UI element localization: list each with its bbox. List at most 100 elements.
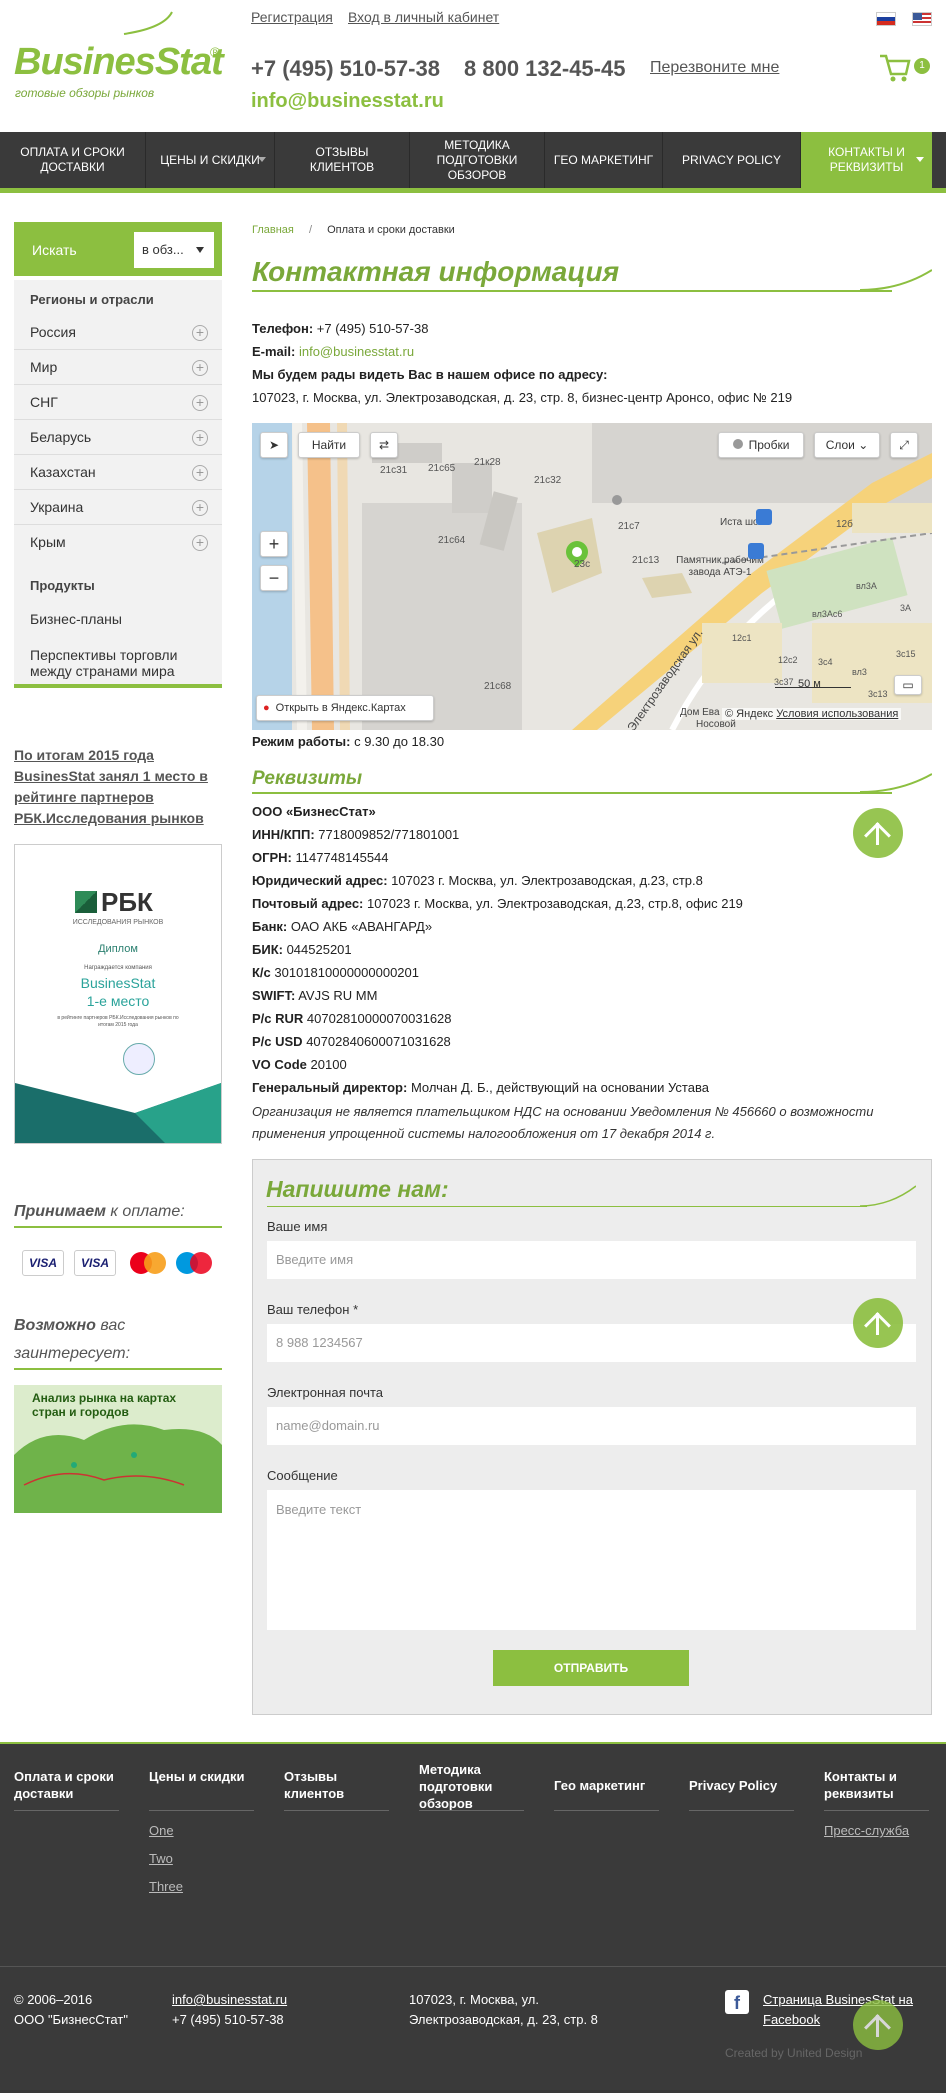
zoom-out-icon[interactable]: − — [260, 565, 288, 591]
phone-input[interactable]: 8 988 1234567 — [267, 1324, 916, 1362]
sidebar-item-ukraine[interactable]: Украина + — [14, 490, 222, 525]
footer-sub-three[interactable]: Three — [149, 1879, 183, 1894]
map-label: 21с32 — [534, 475, 562, 486]
submit-button[interactable]: ОТПРАВИТЬ — [493, 1650, 689, 1686]
rbk-diploma-image[interactable]: РБК ИССЛЕДОВАНИЯ РЫНКОВ Диплом Награждае… — [14, 844, 222, 1144]
ruler-icon[interactable]: ▭ — [894, 675, 922, 695]
sidebar-item-world[interactable]: Мир + — [14, 350, 222, 385]
plus-icon[interactable]: + — [192, 325, 208, 341]
bus-stop-icon[interactable] — [756, 509, 772, 525]
plus-icon[interactable]: + — [192, 430, 208, 446]
facebook-link[interactable]: Страница BusinesStat на Facebook — [763, 1990, 933, 2030]
diploma-place: 1-е место — [86, 993, 150, 1009]
facebook-icon[interactable]: f — [725, 1990, 749, 2014]
cart-button[interactable]: 1 — [878, 52, 932, 84]
email-input[interactable]: name@domain.ru — [267, 1407, 916, 1445]
req-vo-code: VO Code 20100 — [252, 1057, 347, 1072]
footer-divider — [419, 1810, 524, 1811]
promo-text: Анализ рынка на картах стран и городов — [32, 1391, 177, 1419]
footer-email-link[interactable]: info@businesstat.ru — [172, 1990, 287, 2010]
search-scope-select[interactable]: в обз... — [134, 232, 214, 268]
scroll-up-icon[interactable] — [853, 1298, 903, 1348]
contact-email-link[interactable]: info@businesstat.ru — [299, 344, 414, 359]
footer-link-geo[interactable]: Гео маркетинг — [554, 1777, 659, 1794]
name-input[interactable]: Введите имя — [267, 1241, 916, 1279]
sidebar-item-kazakhstan[interactable]: Казахстан + — [14, 455, 222, 490]
map-copyright: © Яндекс Условия использования — [722, 708, 902, 720]
nav-item-privacy[interactable]: PRIVACY POLICY — [663, 132, 801, 188]
map-label: вл3 — [852, 667, 867, 677]
route-icon[interactable]: ⇄ — [370, 432, 398, 458]
sidebar-item-belarus[interactable]: Беларусь + — [14, 420, 222, 455]
search-button[interactable]: Искать — [22, 232, 134, 268]
sidebar-item-russia[interactable]: Россия + — [14, 315, 222, 350]
email-label: Электронная почта — [267, 1385, 384, 1400]
nav-item-prices[interactable]: ЦЕНЫ И СКИДКИ — [146, 132, 275, 188]
plus-icon[interactable]: + — [192, 360, 208, 376]
plus-icon[interactable]: + — [192, 465, 208, 481]
flag-ru-icon[interactable] — [876, 12, 896, 26]
fullscreen-icon[interactable]: ⤢ — [890, 432, 918, 458]
diploma-title: Диплом — [98, 943, 138, 955]
footer-link-payment[interactable]: Оплата и сроки доставки — [14, 1768, 119, 1802]
plus-icon[interactable]: + — [192, 395, 208, 411]
message-textarea[interactable]: Введите текст — [267, 1490, 916, 1630]
map-scale: 50 м — [798, 678, 821, 690]
layers-button[interactable]: Слои ⌄ — [814, 432, 880, 458]
footer-sub-two[interactable]: Two — [149, 1851, 173, 1866]
footer-sub-press[interactable]: Пресс-служба — [824, 1823, 909, 1838]
scroll-up-icon[interactable] — [853, 808, 903, 858]
traffic-button[interactable]: Пробки — [718, 432, 804, 458]
sidebar-item-cis[interactable]: СНГ + — [14, 385, 222, 420]
yandex-map[interactable]: ➤ Найти ⇄ Пробки Слои ⌄ ⤢ + − ● Открыть в… — [252, 423, 932, 730]
nav-item-payment[interactable]: ОПЛАТА И СРОКИ ДОСТАВКИ — [0, 132, 146, 188]
map-label: 3с4 — [818, 657, 833, 667]
map-label: Дом Ева — [680, 707, 720, 718]
message-label: Сообщение — [267, 1468, 338, 1483]
register-link[interactable]: Регистрация — [251, 9, 333, 25]
map-poi-icon[interactable] — [612, 495, 622, 505]
nav-item-methodology[interactable]: МЕТОДИКА ПОДГОТОВКИ ОБЗОРОВ — [410, 132, 545, 188]
footer-link-privacy[interactable]: Privacy Policy — [689, 1777, 794, 1794]
open-yandex-maps-button[interactable]: ● Открыть в Яндекс.Картах — [256, 695, 434, 721]
footer-divider — [554, 1810, 659, 1811]
requisites-swoosh — [860, 773, 932, 793]
logo[interactable]: BusinesStat ® готовые обзоры рынков — [14, 8, 224, 103]
footer-link-methodology[interactable]: Методика подготовки обзоров — [419, 1761, 519, 1812]
sidebar-item-crimea[interactable]: Крым + — [14, 525, 222, 560]
bus-stop-icon[interactable] — [748, 543, 764, 559]
plus-icon[interactable]: + — [192, 500, 208, 516]
flag-us-icon[interactable] — [912, 12, 932, 26]
map-label: 21с68 — [484, 681, 512, 692]
footer-link-contacts[interactable]: Контакты и реквизиты — [824, 1768, 929, 1802]
nav-item-contacts[interactable]: КОНТАКТЫ И РЕКВИЗИТЫ — [801, 132, 932, 188]
map-label: 12с1 — [732, 633, 752, 643]
map-find-button[interactable]: Найти — [298, 432, 360, 458]
geolocation-icon[interactable]: ➤ — [260, 432, 288, 458]
header-phone-2[interactable]: 8 800 132-45-45 — [464, 56, 625, 82]
plus-icon[interactable]: + — [192, 535, 208, 551]
map-terms-link[interactable]: Условия использования — [776, 708, 898, 720]
contact-email: E-mail: info@businesstat.ru — [252, 344, 415, 359]
footer-sub-one[interactable]: One — [149, 1823, 174, 1838]
req-account-rur: Р/с RUR 40702810000070031628 — [252, 1011, 452, 1026]
footer-link-reviews[interactable]: Отзывы клиентов — [284, 1768, 384, 1802]
callback-link[interactable]: Перезвоните мне — [650, 59, 779, 77]
login-link[interactable]: Вход в личный кабинет — [348, 9, 499, 25]
diploma-brand: РБК — [101, 887, 153, 917]
logo-tagline: готовые обзоры рынков — [15, 86, 155, 100]
footer-link-prices[interactable]: Цены и скидки — [149, 1768, 259, 1785]
header-email[interactable]: info@businesstat.ru — [251, 90, 444, 113]
rbk-rating-link[interactable]: По итогам 2015 года BusinesStat занял 1 … — [14, 745, 224, 829]
breadcrumb-home-link[interactable]: Главная — [252, 224, 294, 236]
nav-item-geo[interactable]: ГЕО МАРКЕТИНГ — [545, 132, 663, 188]
sidebar-item-business-plans[interactable]: Бизнес-планы — [30, 611, 122, 627]
geo-marketing-promo[interactable]: Анализ рынка на картах стран и городов — [14, 1385, 222, 1513]
header-phone-1[interactable]: +7 (495) 510-57-38 — [251, 56, 440, 82]
maestro-icon — [174, 1250, 216, 1276]
location-pin-dot — [572, 547, 582, 557]
zoom-in-icon[interactable]: + — [260, 531, 288, 557]
nav-item-reviews[interactable]: ОТЗЫВЫ КЛИЕНТОВ — [275, 132, 410, 188]
scroll-up-icon[interactable] — [853, 2000, 903, 2050]
sidebar-item-trade-prospects[interactable]: Перспективы торговли между странами мира — [30, 647, 210, 679]
